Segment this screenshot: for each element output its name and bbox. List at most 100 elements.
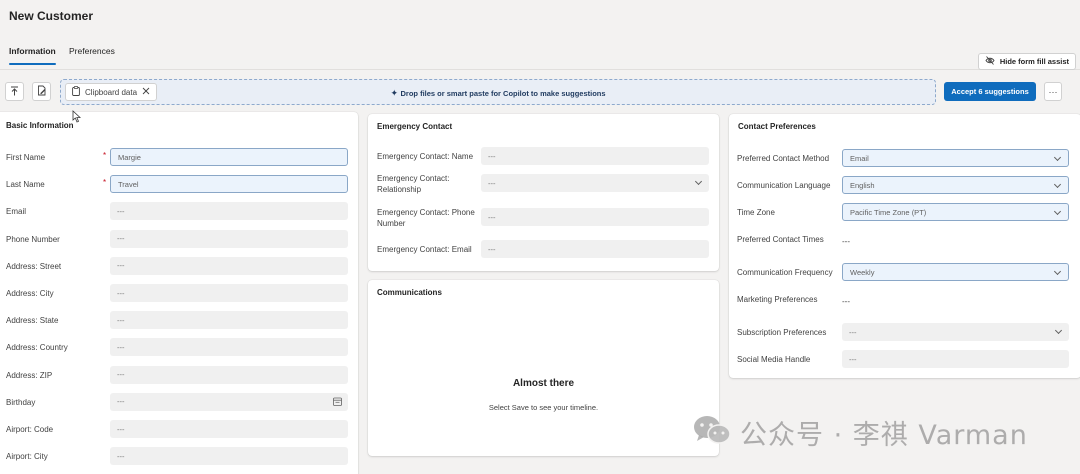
preferred-contact-method-select[interactable]: Email — [842, 149, 1069, 167]
field-value: --- — [488, 212, 496, 222]
field-label: Preferred Contact Method — [737, 154, 830, 163]
field-label: Emergency Contact: Name — [377, 152, 474, 161]
communication-language-select[interactable]: English — [842, 176, 1069, 194]
communications-section: Communications Almost there Select Save … — [368, 280, 719, 456]
field-label: Address: City — [6, 289, 54, 298]
section-title: Emergency Contact — [377, 122, 453, 131]
field-value: --- — [117, 451, 125, 461]
document-edit-icon — [37, 83, 47, 101]
field-value: --- — [117, 315, 125, 325]
field-value: --- — [849, 327, 857, 337]
scroll-top-button[interactable] — [5, 82, 24, 101]
field-value: --- — [117, 288, 125, 298]
more-options-button[interactable]: ··· — [1044, 82, 1062, 101]
time-zone-select[interactable]: Pacific Time Zone (PT) — [842, 203, 1069, 221]
field-value: --- — [117, 234, 125, 244]
calendar-icon[interactable] — [333, 397, 342, 408]
last-name-input[interactable]: Travel — [110, 175, 348, 194]
field-label: Airport: Code — [6, 425, 54, 434]
field-label: Time Zone — [737, 208, 775, 217]
field-label: Address: Street — [6, 261, 62, 271]
timeline-empty-hint: Select Save to see your timeline. — [488, 403, 599, 412]
watermark-text: 公众号 · 李祺 Varman — [740, 419, 1028, 451]
communication-frequency-select[interactable]: Weekly — [842, 263, 1069, 281]
eye-off-icon — [985, 56, 995, 67]
mouse-cursor-icon — [72, 110, 82, 128]
copilot-drop-zone[interactable]: Clipboard data ✦ Drop files or smart pas… — [60, 79, 936, 105]
field-label: Communication Language — [737, 181, 831, 190]
accept-suggestions-button[interactable]: Accept 6 suggestions — [944, 82, 1036, 101]
drop-zone-text: ✦ Drop files or smart paste for Copilot … — [61, 88, 935, 99]
first-name-input[interactable]: Margie — [110, 148, 348, 166]
field-label: Last Name — [6, 180, 45, 190]
edit-document-button[interactable] — [32, 82, 51, 101]
field-label: Preferred Contact Times — [737, 235, 824, 244]
required-marker: * — [103, 178, 107, 188]
field-value: Email — [850, 153, 869, 163]
field-value: Margie — [118, 152, 141, 162]
social-media-handle-input[interactable]: --- — [842, 350, 1069, 368]
field-value: Travel — [118, 179, 139, 189]
page-title: New Customer — [9, 9, 94, 23]
sparkle-icon: ✦ — [390, 88, 401, 98]
field-label: Subscription Preferences — [737, 328, 827, 337]
section-title: Communications — [377, 288, 442, 297]
field-label: First Name — [6, 153, 46, 162]
field-value: --- — [849, 354, 857, 364]
field-value: Pacific Time Zone (PT) — [850, 207, 927, 217]
field-label: Email — [6, 207, 27, 217]
email-input[interactable]: --- — [110, 202, 348, 221]
tab-preferences[interactable]: Preferences — [69, 46, 115, 56]
field-label: Address: State — [6, 316, 59, 326]
field-value: --- — [117, 342, 125, 352]
airport-city-input[interactable]: --- — [110, 447, 348, 466]
tab-information[interactable]: Information — [9, 46, 56, 65]
field-label: Social Media Handle — [737, 355, 811, 364]
basic-information-section: Basic Information First Name * Margie Last … — [0, 112, 358, 474]
field-value: --- — [842, 297, 850, 306]
required-marker: * — [103, 151, 107, 160]
emergency-contact-name-input[interactable]: --- — [481, 147, 709, 165]
emergency-contact-email-input[interactable]: --- — [481, 240, 709, 258]
emergency-contact-section: Emergency Contact Emergency Contact: Nam… — [368, 114, 719, 271]
section-title: Contact Preferences — [738, 122, 816, 131]
emergency-contact-relationship-select[interactable]: --- — [481, 174, 709, 192]
field-value: --- — [117, 206, 125, 216]
field-value: --- — [488, 151, 496, 161]
hide-form-fill-assist-button[interactable]: Hide form fill assist — [977, 53, 1076, 70]
field-label: Phone Number — [6, 234, 60, 244]
address-country-input[interactable]: --- — [110, 338, 348, 357]
subscription-preferences-select[interactable]: --- — [842, 323, 1069, 341]
emergency-contact-phone-number-input[interactable]: --- — [481, 208, 709, 226]
watermark: 公众号 · 李祺 Varman — [692, 413, 1028, 452]
tab-divider — [0, 69, 1080, 70]
field-value: --- — [117, 397, 125, 407]
field-label: Marketing Preferences — [737, 295, 818, 304]
address-zip-input[interactable]: --- — [110, 365, 348, 384]
field-value: --- — [488, 244, 496, 254]
arrow-up-to-line-icon — [10, 83, 19, 101]
field-label: Emergency Contact: Phone Number — [377, 208, 475, 228]
field-label: Address: ZIP — [6, 370, 53, 380]
field-label: Emergency Contact: Relationship — [377, 174, 450, 194]
field-value: --- — [117, 261, 125, 271]
address-state-input[interactable]: --- — [110, 311, 348, 330]
address-street-input[interactable]: --- — [110, 256, 348, 275]
address-city-input[interactable]: --- — [110, 284, 348, 302]
birthday-input[interactable]: --- — [110, 392, 348, 411]
wechat-icon — [692, 413, 732, 452]
field-label: Communication Frequency — [737, 268, 833, 277]
field-value: --- — [842, 237, 850, 246]
field-label: Airport: City — [6, 452, 48, 462]
field-value: --- — [117, 370, 125, 380]
section-title: Basic Information — [6, 121, 74, 130]
hide-form-fill-assist-label: Hide form fill assist — [999, 57, 1069, 66]
field-value: Weekly — [850, 267, 875, 277]
contact-preferences-section: Contact Preferences Preferred Contact Me… — [729, 114, 1080, 378]
field-label: Emergency Contact: Email — [377, 245, 472, 254]
field-value: English — [850, 180, 875, 190]
field-value: --- — [117, 424, 125, 434]
drop-zone-label: Drop files or smart paste for Copilot to… — [400, 89, 606, 98]
phone-number-input[interactable]: --- — [110, 229, 348, 248]
airport-code-input[interactable]: --- — [110, 420, 348, 438]
